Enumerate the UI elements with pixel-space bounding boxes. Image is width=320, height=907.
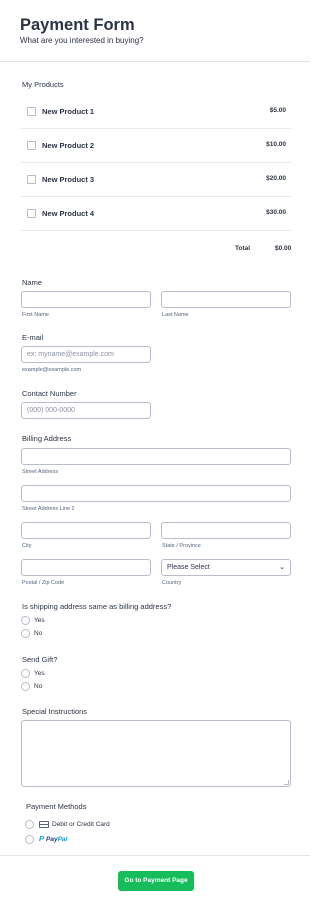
card-label: Debit or Credit Card	[52, 821, 110, 828]
paypal-logo: PayPal	[46, 836, 67, 843]
state-input[interactable]	[161, 522, 291, 539]
send-gift-yes-label: Yes	[34, 670, 45, 677]
product-name: New Product 4	[42, 209, 95, 218]
product-row[interactable]: New Product 3 $20.00	[20, 163, 292, 197]
products-label: My Products	[22, 80, 64, 89]
shipping-same-yes-label: Yes	[34, 617, 45, 624]
product-name: New Product 3	[42, 175, 95, 184]
street-address-2-sublabel: Street Address Line 2	[22, 506, 75, 512]
postal-input[interactable]	[21, 559, 151, 576]
total-value: $0.00	[275, 245, 292, 252]
form-title: Payment Form	[20, 16, 135, 34]
send-gift-no-label: No	[34, 683, 43, 690]
street-address-input[interactable]	[21, 448, 291, 465]
shipping-same-no-label: No	[34, 630, 43, 637]
paypal-radio[interactable]	[25, 835, 34, 844]
product-checkbox[interactable]	[27, 107, 36, 116]
billing-label: Billing Address	[22, 434, 72, 443]
first-name-input[interactable]	[21, 291, 151, 308]
product-checkbox[interactable]	[27, 209, 36, 218]
email-input[interactable]: ex: myname@example.com	[21, 346, 151, 363]
instructions-label: Special Instructions	[22, 707, 88, 716]
product-price: $5.00	[269, 107, 286, 114]
last-name-sublabel: Last Name	[162, 312, 189, 318]
send-gift-label: Send Gift?	[22, 655, 58, 664]
city-input[interactable]	[21, 522, 151, 539]
country-select[interactable]: Please Select ⌄	[161, 559, 291, 576]
chevron-down-icon: ⌄	[279, 564, 285, 571]
street-address-2-input[interactable]	[21, 485, 291, 502]
last-name-input[interactable]	[161, 291, 291, 308]
product-row[interactable]: New Product 1 $5.00	[20, 95, 292, 129]
payment-methods-label: Payment Methods	[26, 802, 87, 811]
shipping-same-label: Is shipping address same as billing addr…	[22, 602, 172, 611]
postal-sublabel: Postal / Zip Code	[22, 580, 65, 586]
street-address-sublabel: Street Address	[22, 469, 59, 475]
form-subtitle: What are you interested in buying?	[20, 36, 144, 45]
city-sublabel: City	[22, 543, 32, 549]
total-label: Total	[235, 245, 251, 252]
paypal-logo-part2: Pal	[57, 836, 68, 843]
product-price: $10.00	[266, 141, 286, 148]
card-radio[interactable]	[25, 820, 34, 829]
contact-label: Contact Number	[22, 389, 77, 398]
footer-divider	[0, 855, 310, 856]
send-gift-yes-radio[interactable]	[21, 669, 30, 678]
state-sublabel: State / Province	[162, 543, 201, 549]
contact-input[interactable]: (000) 000-0000	[21, 402, 151, 419]
country-select-value: Please Select	[167, 564, 210, 571]
product-price: $30.00	[266, 209, 286, 216]
paypal-logo-part1: Pay	[46, 836, 58, 843]
product-name: New Product 1	[42, 107, 95, 116]
paypal-icon: P	[39, 834, 45, 843]
first-name-sublabel: First Name	[22, 312, 49, 318]
email-label: E-mail	[22, 333, 44, 342]
credit-card-icon	[39, 821, 49, 828]
instructions-textarea[interactable]	[21, 720, 291, 787]
send-gift-no-radio[interactable]	[21, 682, 30, 691]
email-sublabel: example@example.com	[22, 367, 82, 373]
resize-handle-icon[interactable]	[284, 780, 289, 785]
shipping-same-yes-radio[interactable]	[21, 616, 30, 625]
form-header: Payment Form What are you interested in …	[0, 0, 310, 62]
product-name: New Product 2	[42, 141, 95, 150]
shipping-same-no-radio[interactable]	[21, 629, 30, 638]
product-price: $20.00	[266, 175, 286, 182]
product-row[interactable]: New Product 4 $30.00	[20, 197, 292, 231]
go-to-payment-button[interactable]: Go to Payment Page	[118, 871, 194, 891]
product-checkbox[interactable]	[27, 175, 36, 184]
product-row[interactable]: New Product 2 $10.00	[20, 129, 292, 163]
name-label: Name	[22, 278, 43, 287]
product-checkbox[interactable]	[27, 141, 36, 150]
country-sublabel: Country	[162, 580, 182, 586]
